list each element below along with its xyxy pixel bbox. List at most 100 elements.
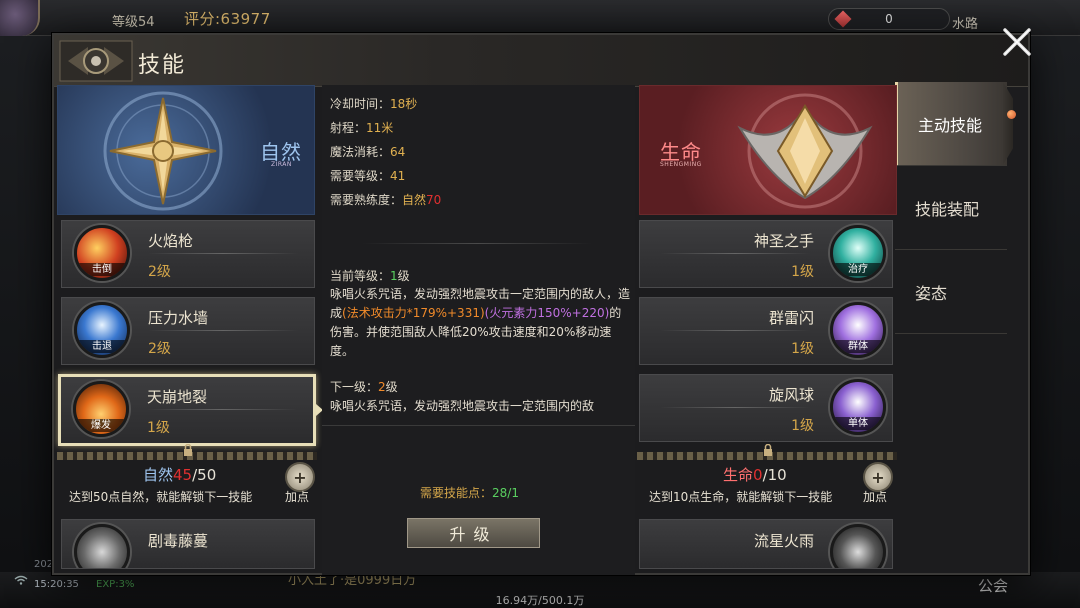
skill-level: 1级 [791,264,814,280]
chain-lightning-icon: 群体 [830,302,886,358]
exp-progress-text: 16.94万/500.1万 [495,594,585,607]
skill-level: 1级 [791,418,814,434]
req-level-value: 41 [390,169,406,183]
req-mastery-label: 需要熟练度： [330,193,403,207]
tab-label: 主动技能 [918,115,983,135]
poison-vine-icon [74,524,130,568]
skill-name: 火焰枪 [148,232,194,250]
school-sub-life: SHENGMING [660,161,702,168]
tab-label: 姿态 [915,283,948,303]
skill-name: 压力水墙 [148,309,209,327]
plus-icon: + [293,467,307,487]
nature-points-total: /50 [192,466,217,484]
need-points-label: 需要技能点： [420,486,493,500]
nature-school-label: 自然 [143,466,174,484]
life-school-label: 生命 [723,466,754,484]
mana-value: 64 [390,145,406,159]
water-route-label[interactable]: 水路 [952,13,978,32]
current-level-label: 当前等级： [330,269,391,283]
current-level-unit: 级 [397,269,410,283]
need-skill-points: 需要技能点：28/1 [420,484,519,501]
exp-percent: EXP:3% [96,579,135,590]
whirlwind-orb-icon: 单体 [830,379,886,435]
life-points-current: 0 [753,466,763,484]
next-level-label: 下一级： [330,380,379,394]
mana-label: 魔法消耗： [330,145,391,159]
tab-active-skills[interactable]: 主动技能 [895,82,1007,166]
tab-label: 技能装配 [915,199,980,219]
cooldown-value: 18秒 [390,97,418,111]
guild-button[interactable]: 公会 [978,575,1008,596]
range-row: 射程：11米 [330,119,393,136]
nature-cross-emblem-icon [103,91,223,211]
req-level-label: 需要等级： [330,169,391,183]
skill-tag: 爆发 [76,419,126,432]
next-level-row: 下一级：2级 [330,378,398,395]
skill-card-earthquake[interactable]: 爆发 天崩地裂 1级 [58,374,316,446]
unlock-life: 生命0/10 达到10点生命，就能解锁下一技能 + 加点 [637,458,897,514]
req-mastery-school: 自然 [402,193,427,207]
life-add-label: 加点 [863,490,888,504]
tab-skill-equip[interactable]: 技能装配 [895,166,1007,250]
skill-tag: 单体 [833,417,883,430]
cooldown-row: 冷却时间：18秒 [330,95,417,112]
side-tab-list: 主动技能 技能装配 姿态 [895,82,1007,334]
school-sub-nature: ZIRAN [271,161,292,168]
nature-points-current: 45 [173,466,193,484]
currency-display[interactable]: 0 [828,8,950,30]
skill-tag: 治疗 [833,263,883,276]
mana-row: 魔法消耗：64 [330,143,405,160]
close-icon[interactable] [1000,25,1034,59]
skill-name: 剧毒藤蔓 [148,532,209,550]
notification-dot [1007,110,1016,119]
skill-tag: 击倒 [77,263,127,276]
skill-card-fire-lance[interactable]: 击倒 火焰枪 2级 [61,220,315,288]
skill-name: 天崩地裂 [147,388,208,406]
skill-name: 神圣之手 [753,232,814,250]
system-time: 15:20:35 [34,579,79,590]
dialog-title: 技能 [138,53,187,78]
skill-card-chain-lightning[interactable]: 群雷闪 1级 群体 [639,297,893,365]
earthquake-icon: 爆发 [73,381,129,437]
req-mastery-row: 需要熟练度：自然70 [330,191,441,208]
upgrade-button[interactable]: 升级 [407,518,540,548]
life-unlock-tip: 达到10点生命，就能解锁下一技能 [649,490,833,504]
skill-card-poison-vine[interactable]: 剧毒藤蔓 [61,519,315,569]
current-level-description: 咏唱火系咒语，发动强烈地震攻击一定范围内的敌人，造成(法术攻击力*179%+33… [330,285,630,361]
life-points: 生命0/10 [723,464,787,485]
skill-card-whirlwind-orb[interactable]: 旋风球 1级 单体 [639,374,893,442]
skill-divider [660,330,810,331]
range-value: 11米 [366,121,394,135]
skill-card-holy-hand[interactable]: 神圣之手 1级 治疗 [639,220,893,288]
cooldown-label: 冷却时间： [330,97,391,111]
life-crystal-emblem-icon [737,93,873,209]
skill-level: 1级 [791,341,814,357]
detail-divider [362,243,592,244]
nature-unlock-tip: 达到50点自然，就能解锁下一技能 [69,490,253,504]
skill-divider [660,253,810,254]
player-score: 评分:63977 [184,10,271,28]
tab-stance[interactable]: 姿态 [895,250,1007,334]
skill-divider [148,253,298,254]
next-level-value: 2 [378,380,386,394]
desc-formula: (法术攻击力*179%+331) [342,306,485,320]
water-wall-icon: 击退 [74,302,130,358]
skill-card-water-wall[interactable]: 击退 压力水墙 2级 [61,297,315,365]
skill-tag: 群体 [833,340,883,353]
holy-hand-icon: 治疗 [830,225,886,281]
next-level-description[interactable]: 咏唱火系咒语，发动强烈地震攻击一定范围内的敌 [330,397,630,423]
skill-tag: 击退 [77,340,127,353]
skill-card-meteor-rain[interactable]: 流星火雨 [639,519,893,569]
lock-icon [764,444,772,456]
plus-icon: + [871,467,885,487]
player-avatar[interactable] [0,0,40,36]
skill-name: 群雷闪 [768,309,814,327]
skill-emblem-icon [59,40,133,82]
skill-divider [147,409,297,410]
wifi-icon [14,575,28,588]
nature-add-label: 加点 [285,490,310,504]
skill-level: 2级 [148,264,171,280]
currency-value: 0 [885,12,893,26]
skill-name: 流星火雨 [753,532,814,550]
desc-element: (火元素力150%+220) [484,306,610,320]
